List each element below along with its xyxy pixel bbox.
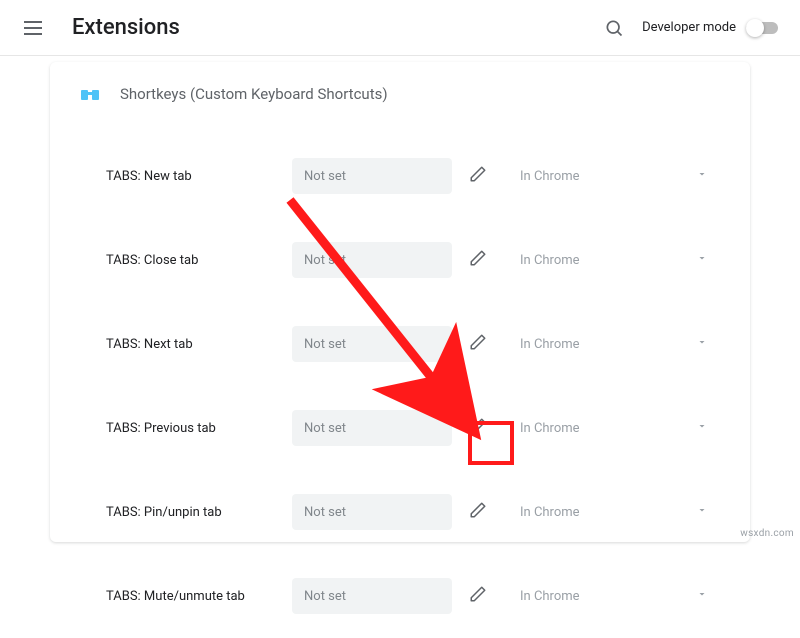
pencil-icon bbox=[469, 249, 487, 271]
extension-icon bbox=[78, 82, 102, 106]
scope-select[interactable]: In Chrome bbox=[506, 242, 722, 278]
extension-header: Shortkeys (Custom Keyboard Shortcuts) bbox=[78, 82, 722, 106]
pencil-icon bbox=[469, 585, 487, 607]
extension-name: Shortkeys (Custom Keyboard Shortcuts) bbox=[120, 85, 388, 103]
caret-down-icon bbox=[696, 420, 708, 436]
shortcut-input[interactable]: Not set bbox=[292, 410, 452, 446]
pencil-icon bbox=[469, 333, 487, 355]
scope-value: In Chrome bbox=[520, 253, 580, 268]
shortcut-input[interactable]: Not set bbox=[292, 494, 452, 530]
scope-value: In Chrome bbox=[520, 421, 580, 436]
caret-down-icon bbox=[696, 504, 708, 520]
shortcut-label: TABS: Mute/unmute tab bbox=[106, 589, 292, 604]
scope-value: In Chrome bbox=[520, 589, 580, 604]
shortcut-row: TABS: Next tab Not set In Chrome bbox=[78, 302, 722, 386]
shortcut-label: TABS: Close tab bbox=[106, 253, 292, 268]
shortcut-row: TABS: Mute/unmute tab Not set In Chrome bbox=[78, 554, 722, 638]
scope-value: In Chrome bbox=[520, 337, 580, 352]
shortcut-row: TABS: New tab Not set In Chrome bbox=[78, 134, 722, 218]
shortcut-input[interactable]: Not set bbox=[292, 326, 452, 362]
shortcut-row: TABS: Pin/unpin tab Not set In Chrome bbox=[78, 470, 722, 554]
caret-down-icon bbox=[696, 168, 708, 184]
page-title: Extensions bbox=[72, 15, 602, 40]
shortcut-input[interactable]: Not set bbox=[292, 578, 452, 614]
edit-shortcut-button[interactable] bbox=[458, 240, 498, 280]
pencil-icon bbox=[469, 165, 487, 187]
shortcut-label: TABS: Next tab bbox=[106, 337, 292, 352]
edit-shortcut-button[interactable] bbox=[458, 408, 498, 448]
pencil-icon bbox=[469, 417, 487, 439]
top-bar: Extensions Developer mode bbox=[0, 0, 800, 56]
watermark: wsxdn.com bbox=[740, 528, 794, 539]
scope-select[interactable]: In Chrome bbox=[506, 578, 722, 614]
caret-down-icon bbox=[696, 588, 708, 604]
scope-value: In Chrome bbox=[520, 505, 580, 520]
scope-select[interactable]: In Chrome bbox=[506, 326, 722, 362]
edit-shortcut-button[interactable] bbox=[458, 576, 498, 616]
shortcut-row: TABS: Close tab Not set In Chrome bbox=[78, 218, 722, 302]
shortcut-label: TABS: Pin/unpin tab bbox=[106, 505, 292, 520]
extension-card: Shortkeys (Custom Keyboard Shortcuts) TA… bbox=[50, 62, 750, 542]
edit-shortcut-button[interactable] bbox=[458, 156, 498, 196]
scope-select[interactable]: In Chrome bbox=[506, 494, 722, 530]
developer-mode-toggle[interactable] bbox=[746, 19, 780, 37]
scope-select[interactable]: In Chrome bbox=[506, 158, 722, 194]
caret-down-icon bbox=[696, 252, 708, 268]
pencil-icon bbox=[469, 501, 487, 523]
shortcut-input[interactable]: Not set bbox=[292, 158, 452, 194]
search-icon[interactable] bbox=[602, 16, 626, 40]
shortcut-row: TABS: Previous tab Not set In Chrome bbox=[78, 386, 722, 470]
shortcut-input[interactable]: Not set bbox=[292, 242, 452, 278]
edit-shortcut-button[interactable] bbox=[458, 492, 498, 532]
menu-icon[interactable] bbox=[24, 16, 48, 40]
scope-select[interactable]: In Chrome bbox=[506, 410, 722, 446]
scope-value: In Chrome bbox=[520, 169, 580, 184]
developer-mode-label: Developer mode bbox=[642, 20, 736, 35]
edit-shortcut-button[interactable] bbox=[458, 324, 498, 364]
caret-down-icon bbox=[696, 336, 708, 352]
shortcut-label: TABS: Previous tab bbox=[106, 421, 292, 436]
shortcut-label: TABS: New tab bbox=[106, 169, 292, 184]
